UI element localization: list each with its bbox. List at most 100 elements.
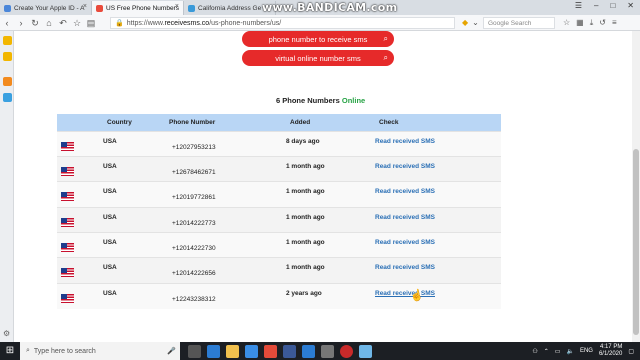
read-sms-link[interactable]: Read received SMS (375, 188, 435, 195)
back-icon[interactable]: ‹ (0, 16, 14, 30)
maximize-icon[interactable]: □ (610, 1, 615, 10)
windows-start-icon[interactable]: ⊞ (0, 342, 20, 360)
recording-watermark: www.BANDICAM.com (262, 1, 398, 14)
favorites-icon[interactable]: ☆ (70, 16, 84, 30)
tab-list-icon[interactable]: ☰ (575, 1, 582, 10)
star-icon[interactable]: ☆ (563, 18, 570, 28)
page-scrollbar[interactable] (632, 31, 640, 342)
us-flag-icon (61, 217, 74, 227)
volume-icon[interactable]: 🔈 (566, 348, 573, 355)
read-sms-link[interactable]: Read received SMS (375, 163, 435, 170)
flag-header (57, 114, 103, 131)
browser-icon[interactable] (359, 344, 372, 358)
undo-icon[interactable]: ↶ (56, 16, 70, 30)
clock[interactable]: 4:17 PM 6/1/2020 (599, 344, 622, 358)
added-cell: 1 month ago (286, 181, 375, 208)
notes-sidebar-icon[interactable] (3, 52, 12, 61)
search-icon: ⌕ (383, 34, 388, 43)
close-tab-icon[interactable]: × (175, 3, 179, 10)
store-icon[interactable] (302, 344, 315, 358)
virtual-number-label: virtual online number sms (275, 53, 361, 63)
read-sms-link[interactable]: Read received SMS (375, 290, 435, 297)
network-icon[interactable]: ▭ (555, 348, 561, 355)
menu-icon[interactable]: ≡ (612, 18, 617, 28)
window-controls: ☰ – □ ✕ (575, 1, 634, 10)
notifications-icon[interactable]: ▢ (628, 348, 634, 355)
download-icon[interactable]: ⤓ (590, 18, 594, 28)
page-content: phone number to receive sms ⌕ virtual on… (14, 31, 632, 342)
phone-numbers-table: Country Phone Number Added Check USA +12… (57, 114, 501, 309)
home-icon[interactable]: ⌂ (42, 16, 56, 30)
taskbar-search-input[interactable]: ⌕ Type here to search 🎤 (20, 342, 180, 360)
edge-icon[interactable] (207, 344, 220, 358)
close-tab-icon[interactable]: × (83, 3, 87, 10)
added-cell: 1 month ago (286, 155, 375, 182)
tab-apple-id[interactable]: Create Your Apple ID - A × (0, 1, 92, 15)
close-window-icon[interactable]: ✕ (627, 1, 634, 10)
chevron-down-icon[interactable]: ⌄ (472, 18, 479, 27)
us-flag-icon (61, 141, 74, 151)
added-cell: 2 years ago (286, 282, 375, 309)
url-scheme: https://www. (126, 19, 165, 27)
phone-cell: +12014222656 (165, 257, 286, 284)
favicon-icon (188, 5, 195, 12)
undo-close-icon[interactable]: ↺ (599, 18, 606, 28)
reader-icon[interactable]: ▤ (84, 16, 98, 30)
task-view-icon[interactable] (188, 344, 201, 358)
favorites-sidebar-icon[interactable] (3, 36, 12, 45)
phone-cell: +12019772861 (165, 181, 286, 208)
search-placeholder: Google Search (488, 19, 532, 27)
receive-sms-button[interactable]: phone number to receive sms ⌕ (242, 31, 394, 47)
clock-time: 4:17 PM (599, 344, 623, 350)
people-icon[interactable]: ⚇ (532, 348, 537, 355)
file-explorer-icon[interactable] (226, 344, 239, 358)
rss-sidebar-icon[interactable] (3, 77, 12, 86)
search-icon: ⌕ (383, 53, 388, 62)
read-sms-link[interactable]: Read received SMS (375, 264, 435, 271)
tab-us-phone-numbers[interactable]: US Free Phone Numbers × (92, 1, 184, 15)
added-cell: 1 month ago (286, 232, 375, 258)
clock-date: 6/1/2020 (598, 351, 623, 357)
read-sms-link[interactable]: Read received SMS (375, 214, 435, 221)
online-label: Online (341, 96, 366, 105)
microphone-icon: 🎤 (167, 348, 176, 355)
tab-label: California Address Ge (198, 4, 262, 12)
scrollbar-thumb[interactable] (633, 149, 639, 335)
numbers-count: 6 Phone Numbers Online (276, 96, 365, 105)
us-flag-icon (61, 192, 74, 202)
read-sms-link[interactable]: Read received SMS (375, 239, 435, 246)
phone-cell: +12027953213 (165, 130, 286, 157)
search-icon: ⌕ (26, 347, 30, 354)
read-sms-link[interactable]: Read received SMS (375, 138, 435, 145)
bandicam-icon[interactable] (340, 344, 353, 358)
table-row: USA +12243238312 2 years ago Read receiv… (57, 282, 501, 309)
forward-icon[interactable]: › (14, 16, 28, 30)
taskbar-apps (188, 344, 372, 358)
chat-sidebar-icon[interactable] (3, 93, 12, 102)
table-row: USA +12678462671 1 month ago Read receiv… (57, 155, 501, 182)
settings-icon[interactable] (321, 344, 334, 358)
reload-icon[interactable]: ↻ (28, 16, 42, 30)
added-header: Added (286, 114, 375, 131)
apps-icon[interactable]: ▦ (576, 18, 584, 28)
virtual-number-button[interactable]: virtual online number sms ⌕ (242, 50, 394, 66)
browser-toolbar: ‹ › ↻ ⌂ ↶ ☆ ▤ 🔒 https://www. receivesms.c… (0, 15, 640, 31)
country-cell: USA (103, 282, 165, 309)
table-row: USA +12019772861 1 month ago Read receiv… (57, 181, 501, 208)
table-row: USA +12014222773 1 month ago Read receiv… (57, 206, 501, 233)
facebook-icon[interactable] (283, 344, 296, 358)
added-cell: 1 month ago (286, 257, 375, 284)
search-input[interactable]: Google Search (483, 17, 555, 29)
extension-icon[interactable]: ◆ (462, 18, 468, 27)
language-indicator[interactable]: ENG (580, 348, 593, 354)
favicon-icon (96, 5, 103, 12)
phone-cell: +12014222773 (165, 206, 286, 233)
settings-sidebar-icon[interactable]: ⚙ (3, 329, 12, 338)
mail-icon[interactable] (245, 344, 258, 358)
minimize-icon[interactable]: – (594, 1, 598, 10)
phone-cell: +12014222730 (165, 232, 286, 258)
chevron-up-icon[interactable]: ⌃ (544, 348, 549, 355)
lock-icon: 🔒 (115, 20, 124, 27)
chrome-icon[interactable] (264, 344, 277, 358)
address-bar[interactable]: 🔒 https://www. receivesms.co/us-phone-num… (110, 17, 455, 29)
